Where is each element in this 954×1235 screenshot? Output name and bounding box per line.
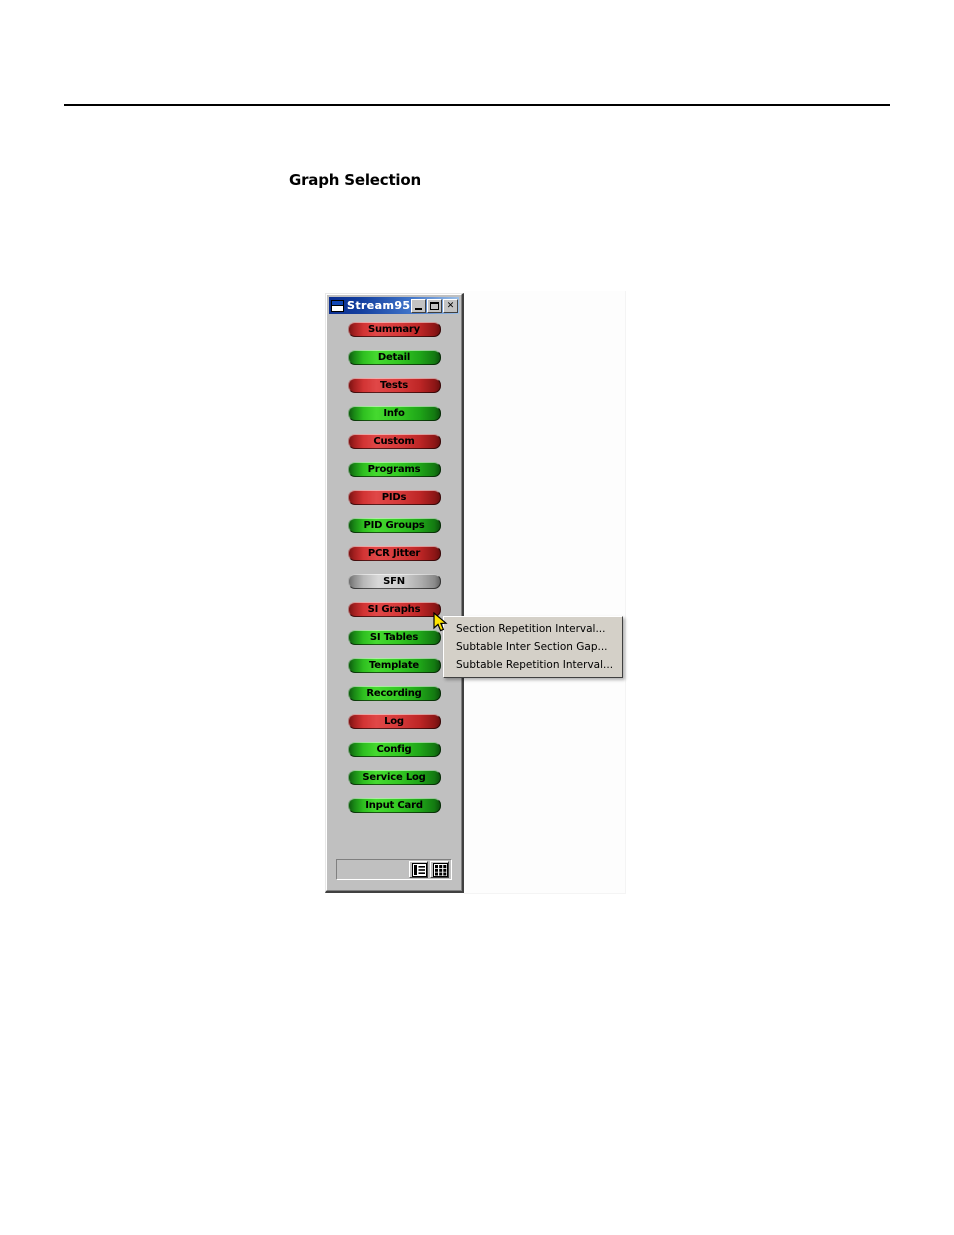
stream95-window: Stream95 ✕ Summary Detail Tests Info Custom P…: [325, 293, 464, 893]
nav-button-pids[interactable]: PIDs: [347, 490, 441, 505]
nav-button-custom[interactable]: Custom: [347, 434, 441, 449]
nav-button-recording[interactable]: Recording: [347, 686, 441, 701]
navigation-button-list: Summary Detail Tests Info Custom Programs PIDs…: [330, 322, 458, 826]
context-menu-item[interactable]: Subtable Repetition Interval...: [444, 656, 622, 674]
close-button[interactable]: ✕: [443, 298, 458, 313]
nav-button-input-card[interactable]: Input Card: [347, 798, 441, 813]
nav-button-tests[interactable]: Tests: [347, 378, 441, 393]
nav-button-pid-groups[interactable]: PID Groups: [347, 518, 441, 533]
nav-button-si-graphs[interactable]: SI Graphs: [347, 602, 441, 617]
detail-view-icon[interactable]: [430, 861, 449, 878]
nav-button-programs[interactable]: Programs: [347, 462, 441, 477]
window-inner-frame: Stream95 ✕ Summary Detail Tests Info Custom P…: [326, 294, 462, 891]
context-menu-item[interactable]: Subtable Inter Section Gap...: [444, 638, 622, 656]
context-menu-item[interactable]: Section Repetition Interval...: [444, 620, 622, 638]
nav-button-info[interactable]: Info: [347, 406, 441, 421]
window-controls: ✕: [411, 298, 458, 313]
nav-button-pcr-jitter[interactable]: PCR Jitter: [347, 546, 441, 561]
background-panel: [464, 291, 626, 894]
minimize-button[interactable]: [411, 298, 426, 313]
window-titlebar[interactable]: Stream95 ✕: [329, 297, 459, 314]
nav-button-summary[interactable]: Summary: [347, 322, 441, 337]
page-divider: [64, 104, 890, 106]
nav-button-template[interactable]: Template: [347, 658, 441, 673]
nav-button-log[interactable]: Log: [347, 714, 441, 729]
page-title: Graph Selection: [289, 171, 421, 189]
window-icon: [331, 299, 344, 312]
window-body: Summary Detail Tests Info Custom Programs PIDs…: [330, 315, 458, 887]
maximize-button[interactable]: [427, 298, 442, 313]
nav-button-service-log[interactable]: Service Log: [347, 770, 441, 785]
window-title: Stream95: [347, 299, 411, 312]
si-graphs-context-menu: Section Repetition Interval... Subtable I…: [443, 616, 623, 678]
nav-button-detail[interactable]: Detail: [347, 350, 441, 365]
window-statusbar: [336, 859, 452, 880]
nav-button-si-tables[interactable]: SI Tables: [347, 630, 441, 645]
nav-button-config[interactable]: Config: [347, 742, 441, 757]
list-view-icon[interactable]: [409, 861, 428, 878]
nav-button-sfn[interactable]: SFN: [347, 574, 441, 589]
